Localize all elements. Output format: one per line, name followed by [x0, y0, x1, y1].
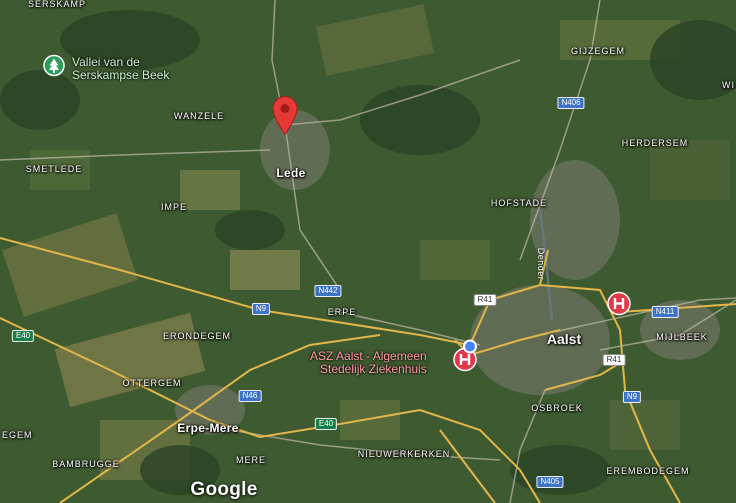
waterway-label-dender: Dender [536, 247, 546, 281]
tree-icon[interactable] [43, 54, 65, 82]
place-label-erondegem: ERONDEGEM [162, 331, 232, 341]
map-pin-icon[interactable] [271, 96, 299, 141]
place-label-serskamp: SERSKAMP [27, 0, 87, 9]
map-canvas[interactable]: SERSKAMP WANZELE SMETLEDE IMPE Lede GIJZ… [0, 0, 736, 503]
place-label-lede: Lede [276, 166, 306, 180]
road-shield-n46: N46 [238, 390, 262, 402]
place-label-impe: IMPE [160, 202, 188, 212]
hospital-poi-line-2: Stedelijk Ziekenhuis [320, 362, 427, 376]
road-shield-n442: N442 [314, 285, 342, 297]
park-poi-line-2: Serskampse Beek [72, 68, 170, 82]
location-dot-icon[interactable] [463, 339, 477, 359]
place-label-smetlede: SMETLEDE [25, 164, 83, 174]
place-label-osbroek: OSBROEK [531, 403, 583, 413]
google-logo: Google [190, 479, 258, 500]
road-shield-r41: R41 [602, 354, 626, 366]
place-label-erembodegem: EREMBODEGEM [606, 466, 690, 476]
place-label-hofstade: HOFSTADE [490, 198, 548, 208]
road-shield-e40: E40 [11, 330, 35, 342]
place-label-mere: MERE [235, 455, 267, 465]
place-label-nieuwerkerken: NIEUWERKERKEN [357, 449, 451, 459]
hospital-poi-label[interactable]: ASZ Aalst - Algemeen Stedelijk Ziekenhui… [310, 350, 427, 376]
place-label-mijlbeek: MIJLBEEK [656, 332, 708, 342]
place-label-ottergem: OTTERGEM [122, 378, 182, 388]
road-shield-n9: N9 [251, 303, 271, 315]
place-label-aalst: Aalst [546, 331, 582, 347]
place-label-wi: WI [722, 80, 735, 90]
place-label-gijzegem: GIJZEGEM [570, 46, 626, 56]
park-poi-label[interactable]: Vallei van de Serskampse Beek [72, 56, 169, 82]
hospital-icon[interactable] [607, 291, 631, 321]
place-label-erpe-mere: Erpe-Mere [177, 421, 239, 435]
road-shield-r41: R41 [473, 294, 497, 306]
road-shield-n9: N9 [622, 391, 642, 403]
road-shield-n405: N405 [536, 476, 564, 488]
road-shield-e40: E40 [314, 418, 338, 430]
place-label-erpe: ERPE [327, 307, 357, 317]
place-label-wanzele: WANZELE [173, 111, 225, 121]
place-label-egem: EGEM [2, 430, 33, 440]
road-shield-n406: N406 [557, 97, 585, 109]
road-shield-n411: N411 [651, 306, 679, 318]
place-label-bambrugge: BAMBRUGGE [52, 459, 120, 469]
place-label-herdersem: HERDERSEM [621, 138, 689, 148]
